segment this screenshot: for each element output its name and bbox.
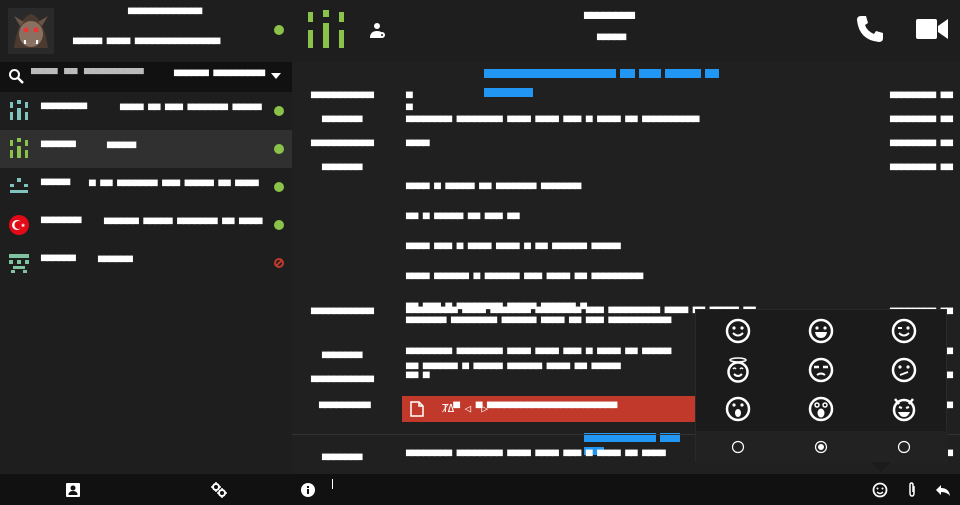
top-link[interactable]: [484, 63, 774, 97]
message-text: ▀▀▀▀▀▀▀▀ ▀▀▀▀▀▀▀▀ ▀▀▀▀ ▀▀▀▀ ▀▀▀ ▀ ▀▀▀▀ ▀…: [406, 116, 699, 129]
presence-online-indicator: [274, 182, 284, 192]
contact-status-message: ▀▀▀▀▀▀: [98, 256, 133, 269]
message-author: ▀▀▀▀▀▀▀: [322, 164, 362, 177]
contact-list-item[interactable]: ▀▀▀▀▀▀▀ ▀▀▀▀▀▀ ▀▀▀▀▀ ▀▀▀▀▀▀▀ ▀▀ ▀▀▀▀: [0, 206, 292, 244]
file-icon: [410, 401, 424, 417]
file-name: ȾΔ▀ ◁ ▀▷▀▀▀▀▀▀▀▀▀▀▀▀▀▀▀▀▀▀▀▀▀▀▀: [442, 402, 617, 415]
message-timestamp: ▀▀▀▀▀▀▀▀ ▀▀: [890, 92, 953, 105]
info-icon[interactable]: [300, 482, 316, 498]
emoji-button-icon[interactable]: [872, 482, 888, 498]
message-timestamp: ▀▀▀▀▀▀▀▀ ▀▀: [890, 164, 953, 177]
slightly-smiling-face-icon[interactable]: [725, 318, 751, 344]
app-window: ▀▀▀▀▀▀▀▀▀▀▀▀▀ ▀▀▀▀▀ ▀▀▀▀ ▀▀▀▀▀▀▀▀▀▀▀▀▀▀▀…: [0, 0, 960, 505]
chat-header: ▀▀▀▀▀▀▀▀ ▀▀▀▀▀: [292, 0, 960, 62]
page-1-radio-icon[interactable]: [731, 440, 745, 454]
message-author: ▀▀▀▀▀▀▀▀▀▀▀: [311, 92, 374, 105]
contact-name: ▀▀▀▀▀▀▀: [41, 217, 81, 230]
message-timestamp: ▀▀▀▀▀▀▀▀ ▀▀: [890, 140, 953, 153]
chevron-down-icon[interactable]: [271, 73, 281, 79]
contact-name: ▀▀▀▀▀▀▀▀: [41, 103, 87, 116]
contact-list-item[interactable]: ▀▀▀▀▀▀ ▀▀▀▀▀: [0, 130, 292, 168]
contact-status-message: ▀ ▀▀ ▀▀▀▀▀▀▀ ▀▀▀ ▀▀▀▀▀ ▀▀ ▀▀▀▀: [89, 180, 259, 193]
contact-name: ▀▀▀▀▀: [41, 179, 70, 192]
smiling-face-with-halo-icon[interactable]: [725, 357, 751, 383]
contact-list-item[interactable]: ▀▀▀▀▀▀▀▀ ▀▀▀▀ ▀▀ ▀▀▀ ▀▀▀▀▀▀▀ ▀▀▀▀▀: [0, 92, 292, 130]
presence-online-indicator: [274, 106, 284, 116]
self-status-message[interactable]: ▀▀▀▀▀ ▀▀▀▀ ▀▀▀▀▀▀▀▀▀▀▀▀▀▀▀: [73, 39, 220, 51]
emoji-picker: [695, 309, 948, 463]
user-settings-icon[interactable]: [368, 22, 386, 40]
avatar: [9, 254, 29, 273]
page-3-radio-icon[interactable]: [897, 440, 911, 454]
winking-face-icon[interactable]: [891, 318, 917, 344]
add-contact-icon[interactable]: [65, 482, 81, 498]
contact-name: ▀▀▀▀▀▀: [41, 141, 76, 154]
blocked-icon: [274, 258, 284, 268]
message-author: ▀▀▀▀▀▀▀: [322, 352, 362, 365]
avatar: [10, 100, 28, 120]
contact-status-message: ▀▀▀▀▀: [107, 142, 136, 155]
unamused-face-icon[interactable]: [808, 357, 834, 383]
astonished-face-icon[interactable]: [808, 396, 834, 422]
self-presence-indicator[interactable]: [274, 25, 284, 35]
text-caret: [332, 479, 333, 489]
message-author: ▀▀▀▀▀▀▀▀▀▀▀: [311, 376, 374, 389]
message-text: ▀▀ ▀: [406, 372, 429, 385]
contact-list-item[interactable]: ▀▀▀▀▀▀ ▀▀▀▀▀▀: [0, 244, 292, 282]
message-author: ▀▀▀▀▀▀▀: [322, 116, 362, 129]
message-input[interactable]: [326, 477, 846, 499]
message-text: ▀▀▀▀▀▀▀▀ ▀▀▀▀▀▀▀▀ ▀▀▀▀ ▀▀▀▀ ▀▀▀ ▀ ▀▀▀▀ ▀…: [406, 348, 671, 361]
reply-icon[interactable]: [935, 482, 951, 498]
self-profile[interactable]: ▀▀▀▀▀▀▀▀▀▀▀▀▀ ▀▀▀▀▀ ▀▀▀▀ ▀▀▀▀▀▀▀▀▀▀▀▀▀▀▀: [0, 0, 292, 62]
message-timestamp: ▀▀▀▀▀▀▀▀ ▀▀: [890, 116, 953, 129]
contact-filter-select[interactable]: ▀▀▀▀▀▀ ▀▀▀▀▀▀▀▀▀: [174, 71, 265, 83]
chat-contact-name: ▀▀▀▀▀▀▀▀: [584, 12, 635, 26]
message-text: ▀▀▀▀: [406, 140, 429, 153]
avatar: [10, 138, 28, 158]
message-text: ▀ ▀: [406, 92, 413, 117]
message-author: ▀▀▀▀▀▀▀▀▀▀▀: [311, 308, 374, 321]
search-icon: [9, 69, 24, 84]
avatar[interactable]: [306, 10, 346, 50]
contact-name: ▀▀▀▀▀▀: [41, 255, 76, 268]
page-2-radio-icon[interactable]: [814, 440, 828, 454]
emoji-picker-pointer: [871, 462, 891, 472]
video-camera-icon[interactable]: [916, 16, 948, 42]
avatar: [9, 215, 29, 235]
smiling-face-with-horns-icon[interactable]: [891, 396, 917, 422]
contact-list-item[interactable]: ▀▀▀▀▀ ▀ ▀▀ ▀▀▀▀▀▀▀ ▀▀▀ ▀▀▀▀▀ ▀▀ ▀▀▀▀: [0, 168, 292, 206]
message-text: ▀▀▀▀▀▀▀▀ ▀▀▀▀▀▀▀▀ ▀▀▀▀ ▀▀▀▀ ▀▀▀ ▀ ▀▀▀▀ ▀…: [406, 450, 666, 463]
message-author: ▀▀▀▀▀▀▀: [322, 454, 362, 467]
file-transfer[interactable]: ȾΔ▀ ◁ ▀▷▀▀▀▀▀▀▀▀▀▀▀▀▀▀▀▀▀▀▀▀▀▀▀: [402, 396, 702, 422]
confused-face-icon[interactable]: [891, 357, 917, 383]
search-input[interactable]: [31, 66, 151, 82]
settings-gear-icon[interactable]: [211, 482, 227, 498]
avatar: [8, 8, 54, 54]
self-name: ▀▀▀▀▀▀▀▀▀▀▀▀▀: [128, 8, 202, 21]
message-author: ▀▀▀▀▀▀▀▀▀▀▀: [311, 140, 374, 153]
contact-status-message: ▀▀▀▀ ▀▀ ▀▀▀ ▀▀▀▀▀▀▀ ▀▀▀▀▀: [120, 104, 262, 117]
emoji-page-tabs: [696, 431, 948, 463]
phone-icon[interactable]: [855, 14, 885, 44]
sidebar: ▀▀▀▀▀▀▀▀▀▀▀▀▀ ▀▀▀▀▀ ▀▀▀▀ ▀▀▀▀▀▀▀▀▀▀▀▀▀▀▀…: [0, 0, 292, 474]
chat-contact-status: ▀▀▀▀▀: [597, 34, 626, 47]
grinning-face-icon[interactable]: [808, 318, 834, 344]
attach-file-icon[interactable]: [904, 482, 920, 498]
contact-status-message: ▀▀▀▀▀▀ ▀▀▀▀▀ ▀▀▀▀▀▀▀ ▀▀ ▀▀▀▀: [104, 218, 262, 231]
face-with-open-mouth-icon[interactable]: [725, 396, 751, 422]
presence-online-indicator: [274, 144, 284, 154]
presence-online-indicator: [274, 220, 284, 230]
avatar: [10, 178, 28, 193]
message-author: ▀▀▀▀▀▀▀▀▀: [319, 402, 371, 415]
